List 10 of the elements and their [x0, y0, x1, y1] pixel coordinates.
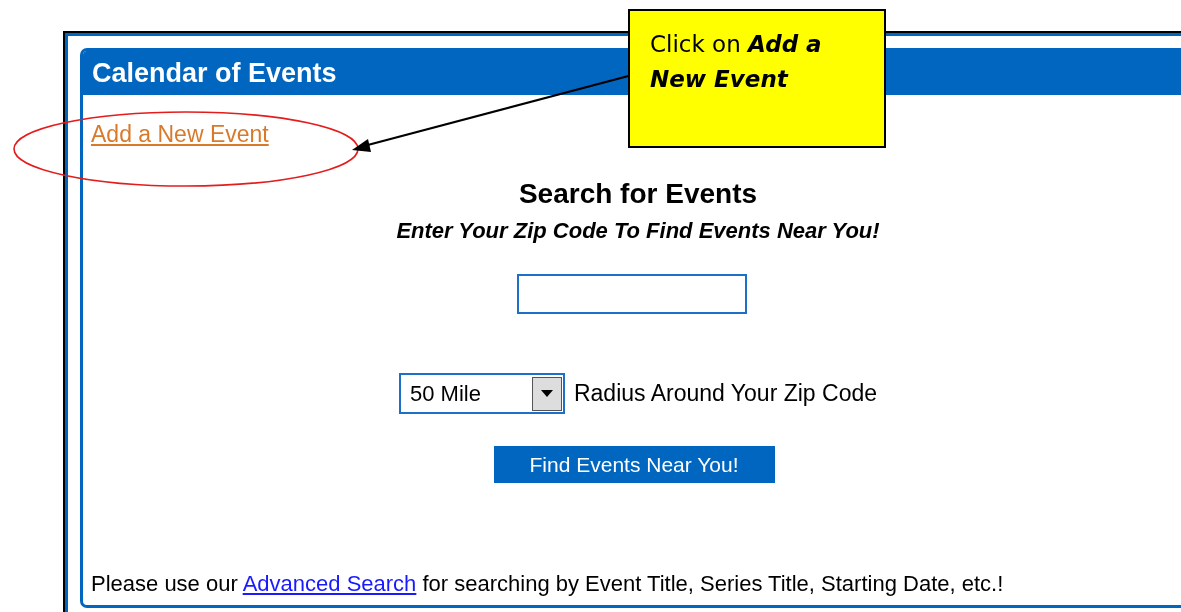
radius-label: Radius Around Your Zip Code — [573, 380, 877, 407]
advanced-search-note: Please use our Advanced Search for searching by Event Title, Series Title, Starting Date, etc.! — [91, 571, 1005, 597]
callout-note: Click on Add a New Event — [628, 9, 886, 148]
search-subtitle: Enter Your Zip Code To Find Events Near You! — [396, 218, 880, 244]
panel-title: Calendar of Events — [92, 57, 337, 89]
radius-select[interactable]: 50 Mile — [398, 373, 565, 414]
find-events-button[interactable]: Find Events Near You! — [493, 446, 775, 483]
advanced-search-link[interactable]: Advanced Search — [242, 571, 417, 596]
zip-code-field[interactable] — [517, 274, 747, 314]
search-title: Search for Events — [518, 178, 758, 210]
